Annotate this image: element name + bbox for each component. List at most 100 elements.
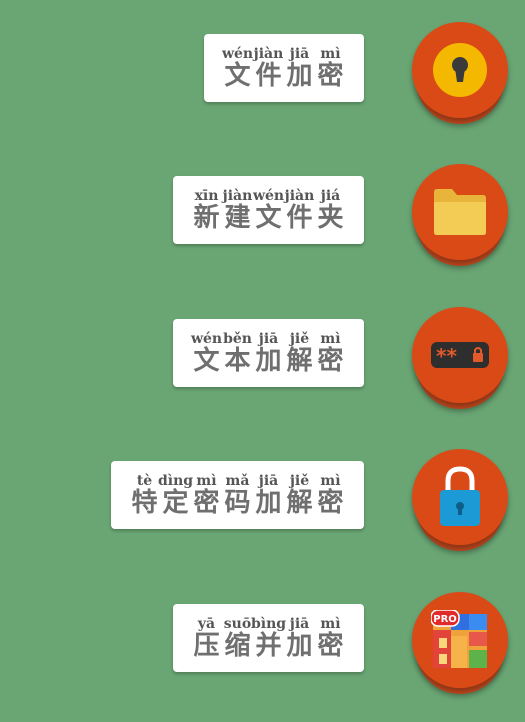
hanzi: 解	[286, 488, 313, 518]
hanzi: 件	[255, 61, 282, 91]
menu-row-text-encrypt: wén 文 běn 本 jiā 加 jiě 解 mì 密 **	[0, 307, 525, 429]
pinyin: jiā	[289, 46, 310, 62]
hanzi: 夹	[317, 203, 344, 233]
syllable: jiā 加	[253, 473, 284, 517]
hanzi: 加	[286, 631, 313, 661]
pinyin: jiàn	[253, 46, 284, 62]
hanzi: 新	[193, 203, 220, 233]
pinyin: mǎ	[225, 473, 250, 489]
hanzi: 件	[286, 203, 313, 233]
pinyin: jiā	[258, 473, 279, 489]
password-encrypt-label[interactable]: tè 特 dìng 定 mì 密 mǎ 码 jiā 加 jiě 解 mì 密	[111, 461, 364, 529]
hanzi: 文	[224, 61, 251, 91]
syllable: jiā 加	[253, 331, 284, 375]
fab-circle[interactable]: **	[412, 307, 508, 403]
pinyin: mì	[320, 46, 341, 62]
syllable: jiàn 件	[253, 46, 284, 90]
syllable: běn 本	[222, 331, 253, 375]
syllable: mì 密	[315, 473, 346, 517]
pinyin: yā	[197, 616, 216, 632]
syllable: jiě 解	[284, 473, 315, 517]
pinyin: jiā	[289, 616, 310, 632]
hanzi: 加	[255, 346, 282, 376]
syllable: yā 压	[191, 616, 222, 660]
ruby-text: wén 文 jiàn 件 jiā 加 mì 密	[222, 46, 346, 90]
menu-row-file-encrypt: wén 文 jiàn 件 jiā 加 mì 密	[0, 22, 525, 144]
text-encrypt-label[interactable]: wén 文 běn 本 jiā 加 jiě 解 mì 密	[173, 319, 364, 387]
pinyin: mì	[320, 616, 341, 632]
pinyin: běn	[223, 331, 252, 347]
pinyin: suō	[223, 616, 252, 632]
ruby-text: wén 文 běn 本 jiā 加 jiě 解 mì 密	[191, 331, 346, 375]
pinyin: jiàn	[222, 188, 253, 204]
pinyin: xīn	[194, 188, 219, 204]
new-folder-button[interactable]	[412, 164, 508, 280]
hanzi: 密	[317, 61, 344, 91]
syllable: mì 密	[315, 331, 346, 375]
hanzi: 压	[193, 631, 220, 661]
pinyin: jiě	[289, 331, 310, 347]
password-mask-text: **	[436, 344, 457, 368]
hanzi: 并	[255, 631, 282, 661]
padlock-icon	[440, 466, 480, 526]
ruby-text: tè 特 dìng 定 mì 密 mǎ 码 jiā 加 jiě 解 mì 密	[129, 473, 346, 517]
hanzi: 文	[193, 346, 220, 376]
hanzi: 码	[224, 488, 251, 518]
pinyin: mì	[320, 473, 341, 489]
syllable: jiā 加	[284, 46, 315, 90]
fab-circle[interactable]	[412, 449, 508, 545]
hanzi: 密	[317, 346, 344, 376]
ruby-text: yā 压 suō 缩 bìng 并 jiā 加 mì 密	[191, 616, 346, 660]
file-encrypt-button[interactable]	[412, 22, 508, 138]
syllable: xīn 新	[191, 188, 222, 232]
fab-circle[interactable]: PRO	[412, 592, 508, 688]
syllable: jiàn 建	[222, 188, 253, 232]
hanzi: 密	[193, 488, 220, 518]
syllable: wén 文	[253, 188, 284, 232]
pinyin: bìng	[250, 616, 287, 632]
hanzi: 加	[286, 61, 313, 91]
syllable: jiā 加	[284, 616, 315, 660]
hanzi: 密	[317, 631, 344, 661]
password-encrypt-button[interactable]	[412, 449, 508, 565]
compress-encrypt-button[interactable]: PRO	[412, 592, 508, 708]
pinyin: jiā	[258, 331, 279, 347]
keyhole-lock-icon	[433, 43, 487, 97]
syllable: mì 密	[315, 46, 346, 90]
file-encrypt-label[interactable]: wén 文 jiàn 件 jiā 加 mì 密	[204, 34, 364, 102]
menu-row-password-encrypt: tè 特 dìng 定 mì 密 mǎ 码 jiā 加 jiě 解 mì 密	[0, 449, 525, 571]
pinyin: wén	[190, 331, 223, 347]
pinyin: jiá	[320, 188, 341, 204]
pinyin: mì	[320, 331, 341, 347]
hanzi: 本	[224, 346, 251, 376]
pinyin: wén	[252, 188, 285, 204]
folder-icon	[434, 189, 486, 235]
pinyin: wén	[221, 46, 254, 62]
pinyin: mì	[196, 473, 217, 489]
pro-badge-text: PRO	[433, 614, 457, 625]
syllable: dìng 定	[157, 473, 194, 518]
syllable: mì 密	[191, 473, 222, 517]
pinyin: jiàn	[284, 188, 315, 204]
ruby-text: xīn 新 jiàn 建 wén 文 jiàn 件 jiá 夹	[191, 188, 346, 232]
hanzi: 建	[224, 203, 251, 233]
hanzi: 定	[162, 488, 189, 518]
syllable: jiá 夹	[315, 188, 346, 232]
syllable: bìng 并	[250, 616, 287, 661]
new-folder-label[interactable]: xīn 新 jiàn 建 wén 文 jiàn 件 jiá 夹	[173, 176, 364, 244]
syllable: wén 文	[222, 46, 253, 90]
compress-encrypt-label[interactable]: yā 压 suō 缩 bìng 并 jiā 加 mì 密	[173, 604, 364, 672]
pinyin: jiě	[289, 473, 310, 489]
pinyin: dìng	[157, 473, 194, 489]
menu-row-new-folder: xīn 新 jiàn 建 wén 文 jiàn 件 jiá 夹	[0, 164, 525, 286]
hanzi: 文	[255, 203, 282, 233]
syllable: mǎ 码	[222, 473, 253, 517]
hanzi: 特	[131, 488, 158, 518]
text-encrypt-button[interactable]: **	[412, 307, 508, 423]
syllable: suō 缩	[222, 616, 253, 660]
fab-circle[interactable]	[412, 164, 508, 260]
syllable: jiàn 件	[284, 188, 315, 232]
fab-circle[interactable]	[412, 22, 508, 118]
menu-row-compress-encrypt: yā 压 suō 缩 bìng 并 jiā 加 mì 密 PRO	[0, 592, 525, 714]
pinyin: tè	[136, 473, 153, 489]
